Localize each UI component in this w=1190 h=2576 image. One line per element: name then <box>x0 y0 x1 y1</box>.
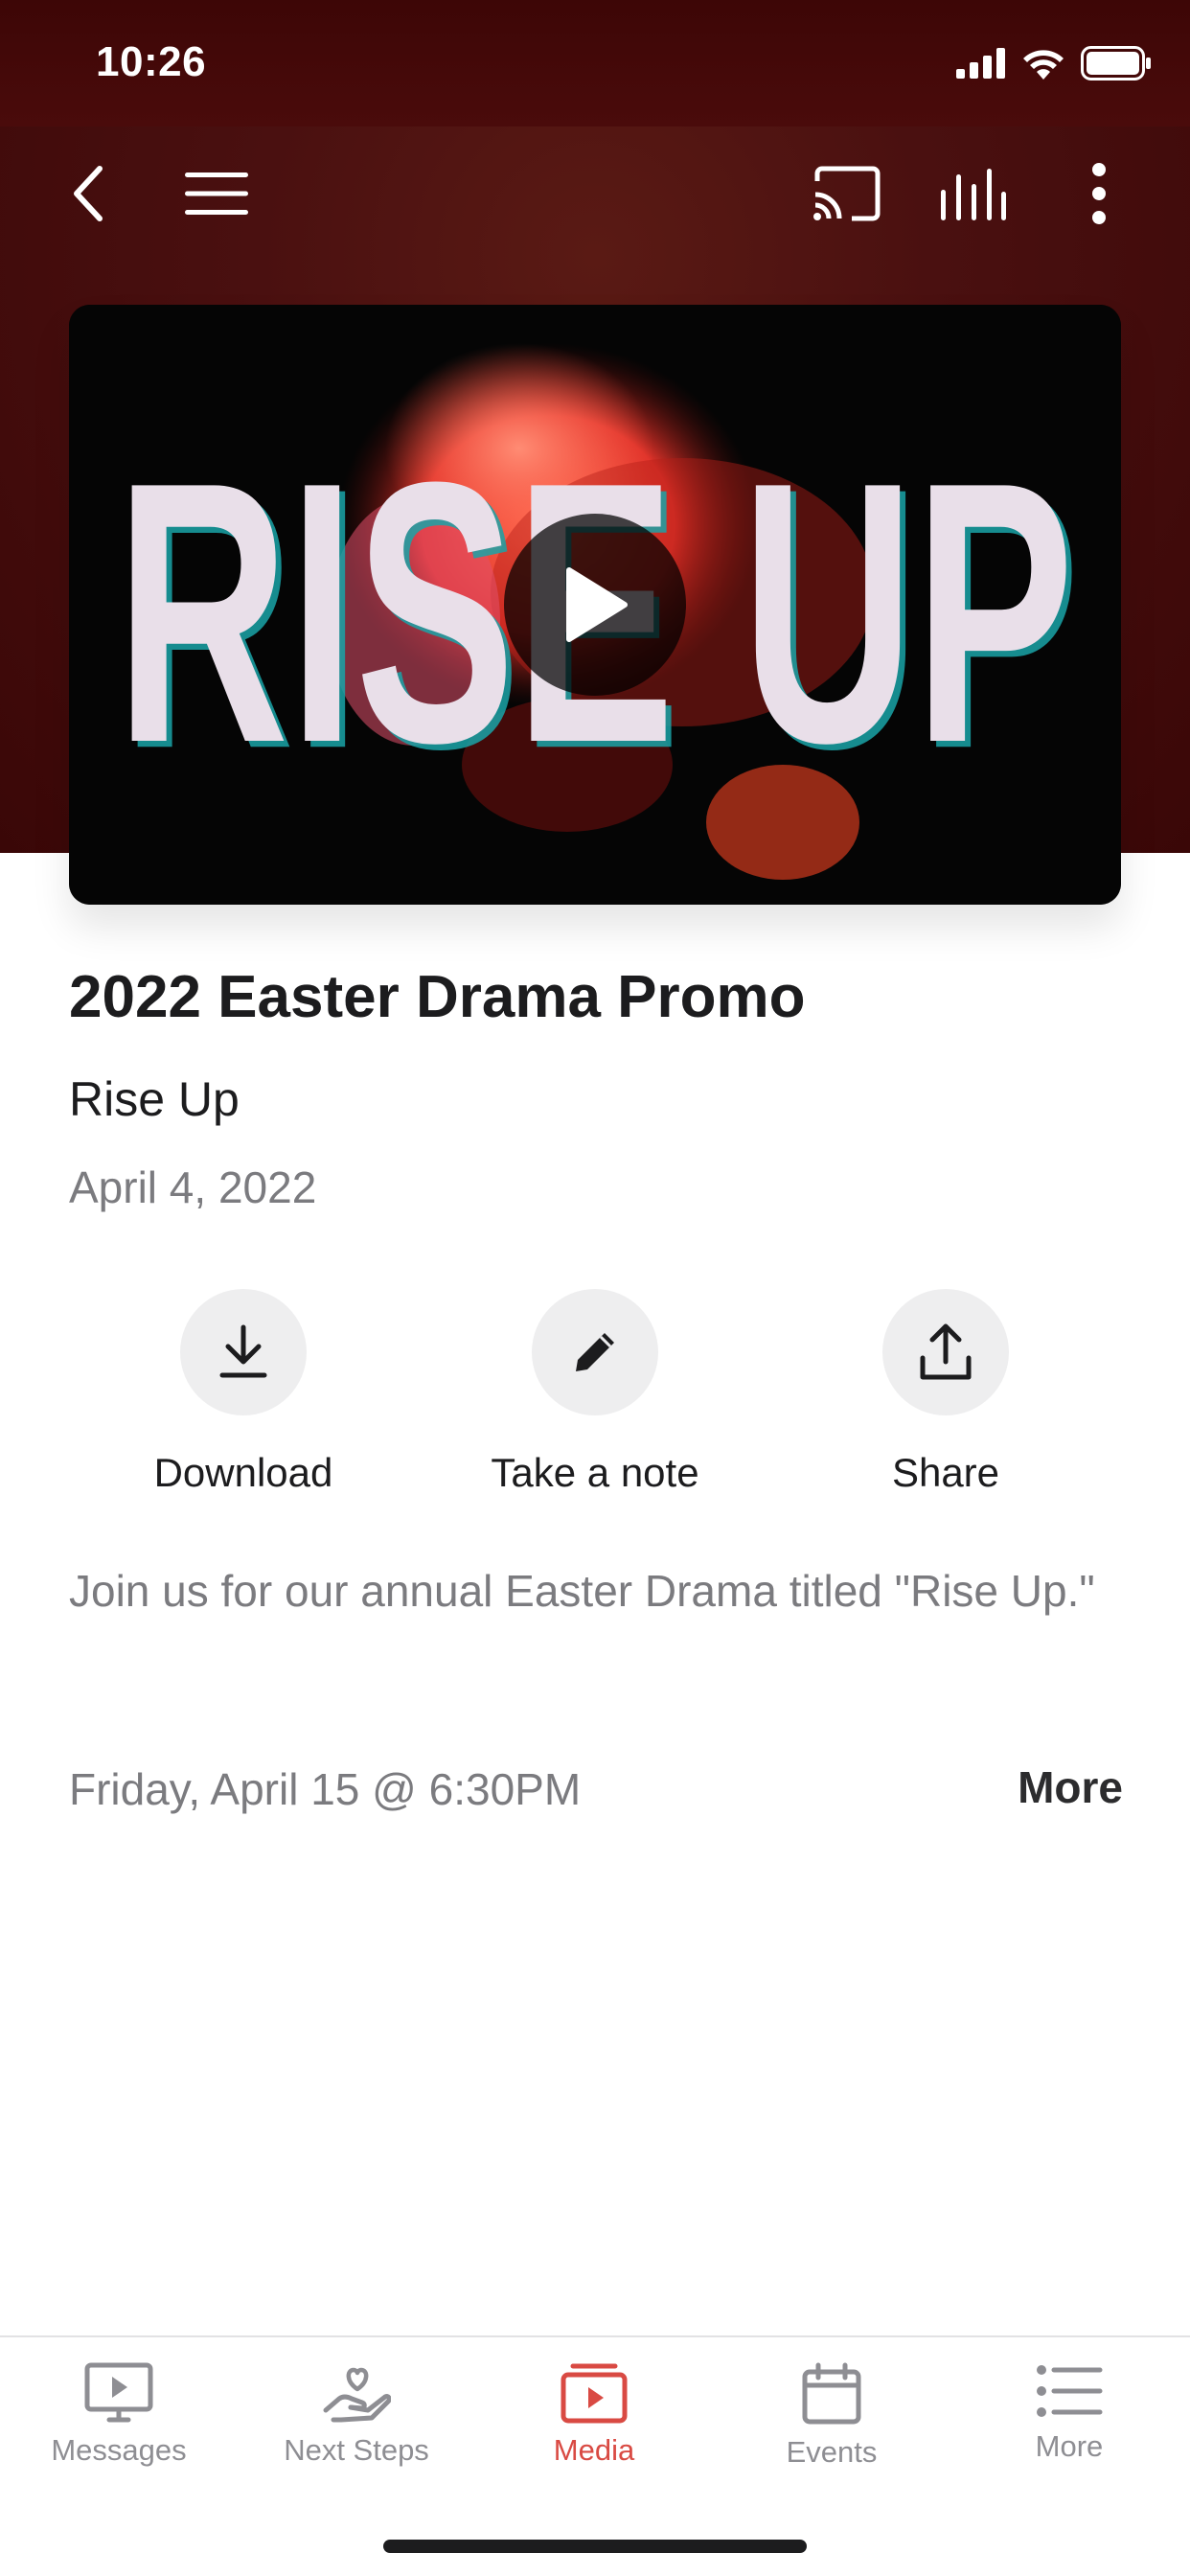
more-link[interactable]: More <box>1018 1761 1123 1813</box>
hand-heart-icon <box>323 2367 391 2423</box>
more-options-button[interactable] <box>1061 155 1137 232</box>
tab-more[interactable]: More <box>950 2362 1188 2464</box>
list-icon <box>1037 2365 1103 2417</box>
take-note-label: Take a note <box>491 1450 699 1495</box>
tab-events[interactable]: Events <box>713 2362 950 2470</box>
tab-next-steps[interactable]: Next Steps <box>238 2362 475 2468</box>
cast-icon <box>813 166 881 221</box>
signal-icon <box>956 48 1005 79</box>
tab-next-steps-label: Next Steps <box>284 2433 429 2467</box>
audio-button[interactable] <box>935 155 1012 232</box>
event-datetime: Friday, April 15 @ 6:30PM <box>69 1764 582 1814</box>
tab-more-label: More <box>1035 2429 1104 2463</box>
back-icon <box>74 166 103 221</box>
action-row: Download Take a note Share <box>0 1289 1190 1500</box>
media-title: 2022 Easter Drama Promo <box>69 964 806 1030</box>
calendar-icon <box>802 2362 861 2425</box>
tab-media[interactable]: Media <box>475 2362 713 2468</box>
download-circle[interactable] <box>180 1289 307 1415</box>
battery-icon <box>1081 46 1151 80</box>
play-button[interactable] <box>504 514 686 696</box>
status-icons <box>956 46 1152 80</box>
top-navigation <box>0 126 1190 251</box>
more-vertical-icon <box>1092 163 1106 224</box>
home-indicator <box>383 2540 807 2553</box>
share-circle[interactable] <box>882 1289 1009 1415</box>
status-bar: 10:26 <box>0 0 1190 126</box>
share-button[interactable]: Share <box>802 1289 1089 1496</box>
download-button[interactable]: Download <box>100 1289 387 1496</box>
play-icon <box>566 567 628 642</box>
cast-button[interactable] <box>808 155 884 232</box>
tab-events-label: Events <box>786 2435 878 2469</box>
media-subtitle: Rise Up <box>69 1072 240 1126</box>
tv-play-icon <box>84 2362 153 2423</box>
video-player[interactable]: RISE UP RISE UP <box>69 305 1121 905</box>
wifi-icon <box>1023 50 1064 80</box>
media-date: April 4, 2022 <box>69 1162 317 1212</box>
tab-messages-label: Messages <box>51 2433 187 2467</box>
download-icon <box>219 1324 267 1378</box>
download-label: Download <box>153 1450 333 1495</box>
media-play-icon <box>561 2363 628 2424</box>
back-button[interactable] <box>50 155 126 232</box>
menu-icon <box>185 172 248 215</box>
pencil-icon <box>576 1333 614 1371</box>
audio-levels-icon <box>941 169 1006 220</box>
status-time: 10:26 <box>96 38 207 85</box>
media-description: Join us for our annual Easter Drama titl… <box>69 1566 1095 1616</box>
take-note-button[interactable]: Take a note <box>451 1289 739 1496</box>
menu-button[interactable] <box>178 155 255 232</box>
tab-media-label: Media <box>553 2433 635 2467</box>
share-label: Share <box>891 1450 1000 1495</box>
share-icon <box>920 1323 972 1380</box>
tab-messages[interactable]: Messages <box>0 2362 238 2468</box>
take-note-circle[interactable] <box>532 1289 658 1415</box>
